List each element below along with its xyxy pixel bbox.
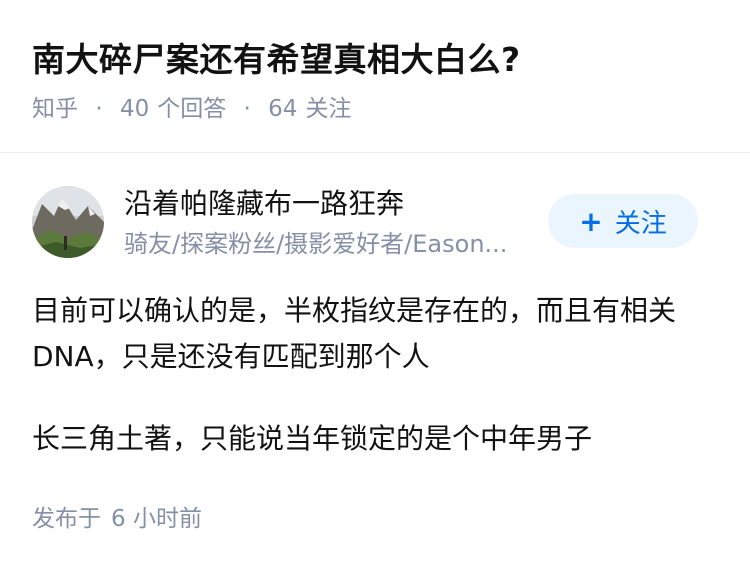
question-meta: 知乎 · 40 个回答 · 64 关注 [32,93,351,125]
meta-separator: · [243,96,251,122]
follow-button-label: 关注 [614,208,667,239]
header-divider [0,152,750,153]
followers-label: 关注 [305,96,352,122]
follow-button[interactable]: + 关注 [548,194,698,248]
question-header: 南大碎尸案还有希望真相大白么? 知乎 · 40 个回答 · 64 关注 [0,0,750,152]
question-title[interactable]: 南大碎尸案还有希望真相大白么? [32,36,521,84]
meta-separator: · [95,96,103,122]
answer-paragraph: 长三角土著，只能说当年锁定的是个中年男子 [32,422,593,455]
answer-content: 目前可以确认的是，半枚指纹是存在的，而且有相关DNA，只是还没有匹配到那个人 长… [32,288,712,498]
answer-paragraph: 目前可以确认的是，半枚指纹是存在的，而且有相关DNA，只是还没有匹配到那个人 [32,294,677,373]
published-label: 发布于 [32,506,101,532]
answers-label[interactable]: 个回答 [157,96,226,122]
followers-count: 64 [268,96,298,122]
author-name[interactable]: 沿着帕隆藏布一路狂奔 [124,184,404,224]
published-time: 6 小时前 [111,506,202,532]
mountain-landscape-avatar-icon [32,186,104,258]
author-bio: 骑友/探案粉丝/摄影爱好者/Eason... [124,230,508,258]
author-avatar[interactable] [32,186,104,258]
answers-count: 40 [119,96,150,122]
plus-icon: + [579,204,603,238]
answer-page: 南大碎尸案还有希望真相大白么? 知乎 · 40 个回答 · 64 关注 沿着帕隆藏布… [0,0,750,570]
publish-time: 发布于 6 小时前 [32,502,202,536]
source-label[interactable]: 知乎 [32,96,78,122]
